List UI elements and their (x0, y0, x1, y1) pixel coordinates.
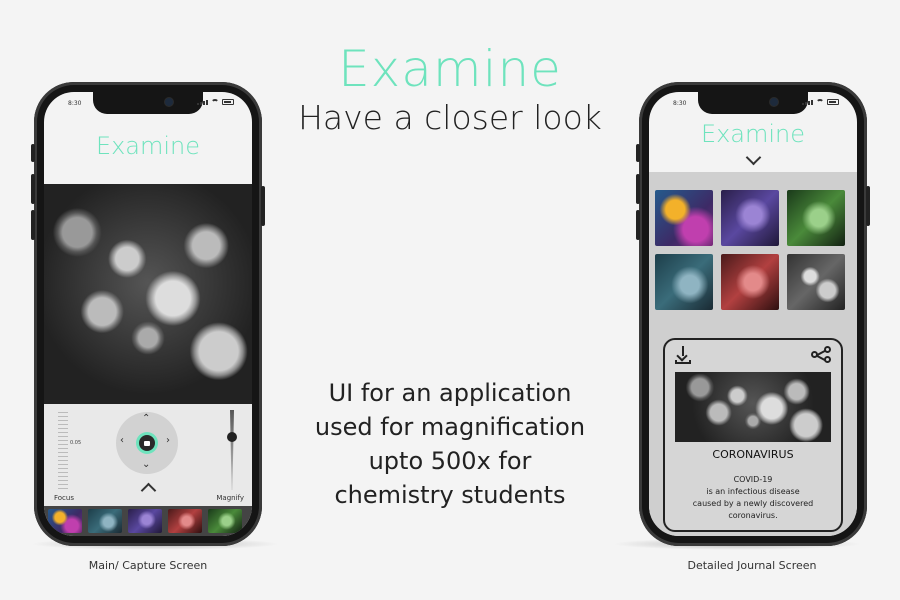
journal-screen: 8:30 Examine CORONAVIRUS COVID-19 is an … (649, 92, 857, 536)
share-icon[interactable] (811, 346, 831, 364)
capture-screen: 8:30 Examine 0.05 Focus ⌃ ⌄ ‹ › Magnify (44, 92, 252, 536)
direction-pad: ⌃ ⌄ ‹ › (116, 412, 178, 474)
arrow-down-button[interactable]: ⌄ (142, 460, 150, 470)
focus-label: Focus (54, 494, 74, 502)
side-button (866, 186, 870, 226)
battery-icon (222, 99, 234, 105)
capture-thumbnail[interactable] (48, 509, 82, 533)
detail-text-line: COVID-19 (733, 475, 773, 484)
chevron-down-icon[interactable] (745, 156, 761, 166)
camera-viewfinder[interactable] (44, 184, 252, 404)
camera-icon (139, 435, 155, 451)
status-time: 8:30 (673, 100, 687, 107)
journal-grid (655, 190, 845, 310)
description-line: used for magnification (314, 413, 586, 441)
arrow-right-button[interactable]: › (166, 436, 170, 446)
status-icons (802, 99, 839, 105)
left-phone: 8:30 Examine 0.05 Focus ⌃ ⌄ ‹ › Magnify (31, 82, 265, 546)
description: UI for an application used for magnifica… (290, 376, 610, 512)
side-button (636, 210, 640, 240)
wifi-icon (816, 99, 824, 105)
notch (93, 92, 203, 114)
notch (698, 92, 808, 114)
focus-value: 0.05 (70, 440, 82, 446)
description-line: chemistry students (334, 481, 566, 509)
wifi-icon (211, 99, 219, 105)
capture-button[interactable] (136, 432, 158, 454)
journal-thumbnail[interactable] (655, 190, 713, 246)
capture-thumbnail[interactable] (168, 509, 202, 533)
journal-thumbnail[interactable] (787, 190, 845, 246)
capture-thumbnail[interactable] (88, 509, 122, 533)
side-button (31, 210, 35, 240)
recent-captures-strip (44, 506, 252, 536)
status-icons (197, 99, 234, 105)
journal-thumbnail[interactable] (721, 190, 779, 246)
chevron-up-icon[interactable] (140, 482, 156, 492)
journal-thumbnail[interactable] (721, 254, 779, 310)
side-button (636, 144, 640, 162)
right-phone: 8:30 Examine CORONAVIRUS COVID-19 is an … (636, 82, 870, 546)
signal-icon (197, 100, 208, 105)
detail-description: COVID-19 is an infectious disease caused… (665, 474, 841, 522)
side-button (31, 174, 35, 204)
description-line: UI for an application (328, 379, 572, 407)
battery-icon (827, 99, 839, 105)
side-button (636, 174, 640, 204)
left-caption: Main/ Capture Screen (88, 559, 208, 572)
detail-text-line: coronavirus. (728, 511, 778, 520)
magnify-slider-handle[interactable] (227, 432, 237, 442)
side-button (31, 144, 35, 162)
detail-title: CORONAVIRUS (712, 448, 794, 461)
journal-detail-card: CORONAVIRUS COVID-19 is an infectious di… (663, 338, 843, 532)
detail-text-line: is an infectious disease (706, 487, 800, 496)
front-camera (165, 98, 173, 106)
capture-controls: 0.05 Focus ⌃ ⌄ ‹ › Magnify (44, 404, 252, 506)
detail-image (675, 372, 831, 442)
right-caption: Detailed Journal Screen (687, 559, 817, 572)
detail-text-line: caused by a newly discovered (692, 499, 814, 508)
status-time: 8:30 (68, 100, 82, 107)
focus-slider[interactable] (58, 412, 68, 492)
journal-thumbnail[interactable] (787, 254, 845, 310)
app-title: Examine (95, 132, 201, 160)
signal-icon (802, 100, 813, 105)
capture-thumbnail[interactable] (128, 509, 162, 533)
side-button (261, 186, 265, 226)
magnify-label: Magnify (216, 494, 244, 502)
description-line: upto 500x for (368, 447, 532, 475)
download-icon[interactable] (675, 346, 691, 364)
arrow-left-button[interactable]: ‹ (120, 436, 124, 446)
app-title: Examine (700, 120, 806, 148)
capture-thumbnail[interactable] (208, 509, 242, 533)
front-camera (770, 98, 778, 106)
arrow-up-button[interactable]: ⌃ (142, 414, 150, 424)
magnify-slider[interactable] (230, 410, 234, 490)
journal-thumbnail[interactable] (655, 254, 713, 310)
